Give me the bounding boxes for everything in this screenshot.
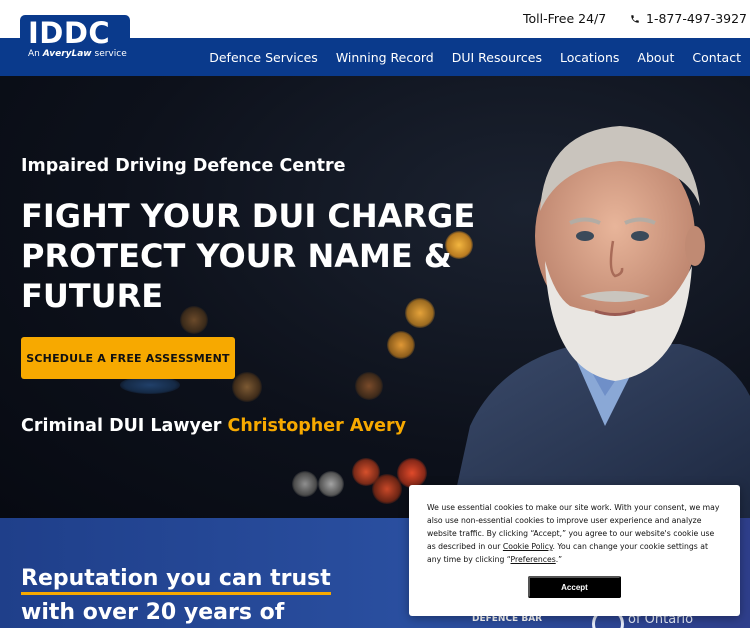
bokeh-light bbox=[292, 471, 318, 497]
bokeh-light bbox=[318, 471, 344, 497]
hero-eyebrow: Impaired Driving Defence Centre bbox=[21, 156, 346, 176]
lawyer-portrait bbox=[450, 126, 750, 518]
logo-tagline: An AveryLaw service bbox=[28, 49, 127, 59]
nav-winning-record[interactable]: Winning Record bbox=[327, 50, 443, 65]
accept-cookies-button[interactable]: Accept bbox=[528, 576, 621, 598]
logo-mark: IDDC bbox=[28, 16, 111, 50]
preferences-link[interactable]: Preferences bbox=[511, 555, 556, 564]
nav-locations[interactable]: Locations bbox=[551, 50, 628, 65]
reputation-heading-line1: Reputation you can trust bbox=[21, 566, 331, 595]
main-nav: Defence Services Winning Record DUI Reso… bbox=[200, 38, 750, 76]
cookie-consent-banner: We use essential cookies to make our sit… bbox=[409, 485, 740, 616]
toll-free-label: Toll-Free 24/7 bbox=[523, 11, 607, 26]
cookie-text: We use essential cookies to make our sit… bbox=[427, 503, 720, 564]
phone-number: 1-877-497-3927 bbox=[646, 11, 748, 26]
hero-headline: FIGHT YOUR DUI CHARGE PROTECT YOUR NAME … bbox=[21, 197, 476, 315]
hero-section: Impaired Driving Defence Centre FIGHT YO… bbox=[0, 76, 750, 518]
bokeh-light bbox=[397, 458, 427, 488]
phone-link[interactable]: 1-877-497-3927 bbox=[630, 11, 747, 26]
bokeh-light bbox=[387, 331, 415, 359]
schedule-assessment-button[interactable]: SCHEDULE A FREE ASSESSMENT bbox=[21, 337, 235, 379]
bokeh-light bbox=[355, 372, 383, 400]
phone-icon bbox=[631, 14, 639, 23]
nav-about[interactable]: About bbox=[628, 50, 683, 65]
nav-dui-resources[interactable]: DUI Resources bbox=[443, 50, 551, 65]
site-logo[interactable]: IDDC An AveryLaw service bbox=[20, 15, 130, 68]
nav-defence-services[interactable]: Defence Services bbox=[200, 50, 327, 65]
bokeh-light bbox=[232, 372, 262, 402]
reputation-heading-line2: with over 20 years of bbox=[21, 600, 285, 625]
bokeh-light bbox=[372, 474, 402, 504]
cookie-policy-link[interactable]: Cookie Policy bbox=[503, 542, 553, 551]
lawyer-name: Christopher Avery bbox=[227, 416, 407, 436]
nav-contact[interactable]: Contact bbox=[683, 50, 750, 65]
lawyer-title: Criminal DUI Lawyer Christopher Avery bbox=[21, 416, 407, 436]
